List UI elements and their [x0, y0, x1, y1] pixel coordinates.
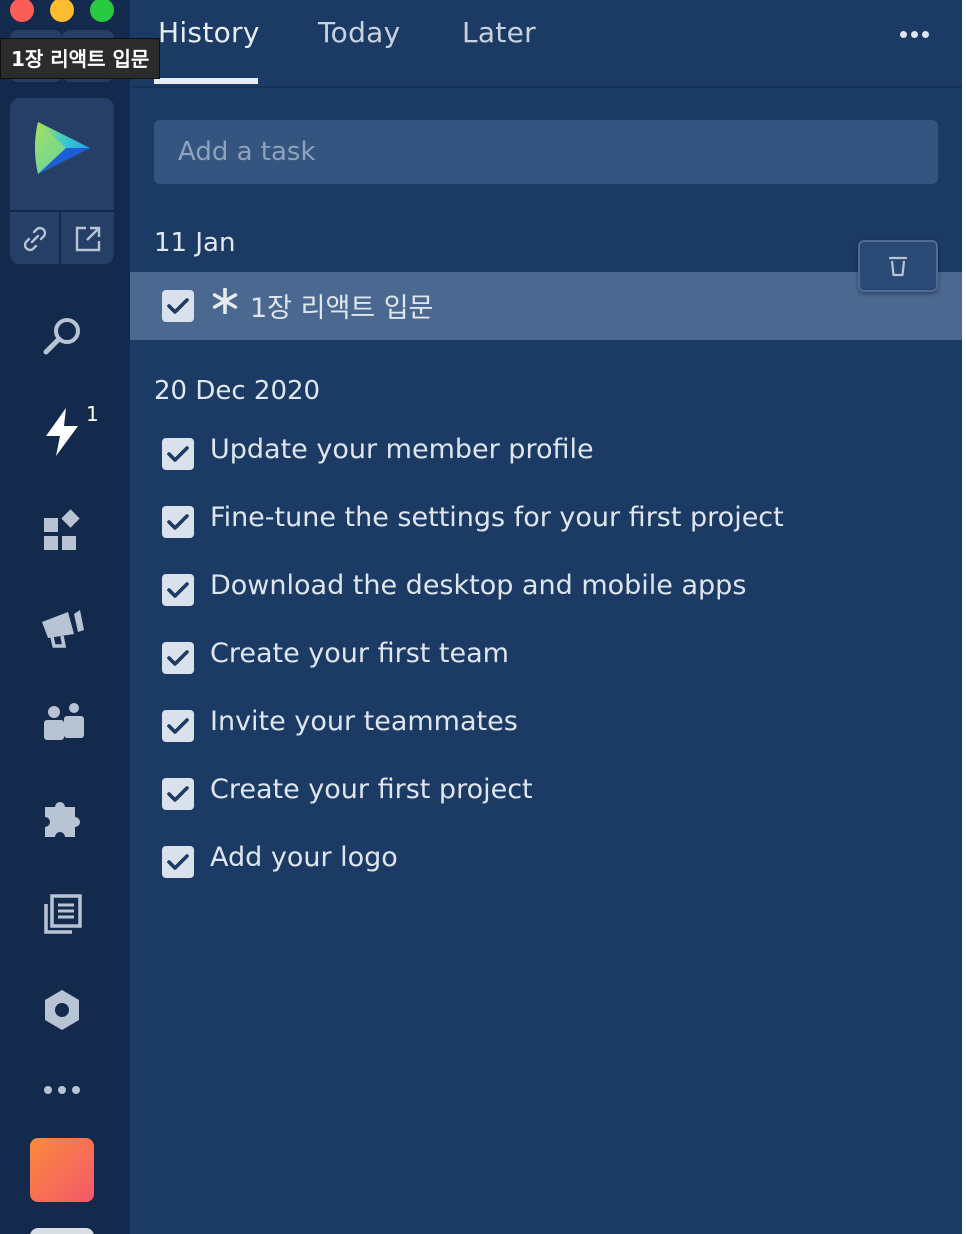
widgets-icon	[44, 509, 80, 550]
date-header: 11 Jan	[154, 228, 236, 258]
integrations-button[interactable]	[34, 790, 90, 846]
task-label: Update your member profile	[210, 434, 594, 465]
megaphone-icon	[42, 610, 84, 648]
minimize-window-button[interactable]	[50, 0, 74, 22]
checkmark-icon	[167, 582, 189, 598]
date-header: 20 Dec 2020	[154, 376, 321, 406]
tab-history[interactable]: History	[158, 16, 260, 49]
external-link-icon	[75, 226, 100, 252]
more-apps-button[interactable]	[34, 1062, 90, 1118]
task-checkbox[interactable]	[162, 574, 194, 606]
task-row[interactable]: Create your first project	[130, 760, 962, 828]
tab-later[interactable]: Later	[462, 16, 536, 49]
task-checkbox[interactable]	[162, 846, 194, 878]
checkmark-icon	[167, 718, 189, 734]
settings-button[interactable]	[34, 982, 90, 1038]
close-window-button[interactable]	[10, 0, 34, 22]
tab-today[interactable]: Today	[318, 16, 400, 49]
task-row[interactable]: Download the desktop and mobile apps	[130, 556, 962, 624]
app-card-actions	[10, 210, 114, 264]
active-tab-indicator	[154, 78, 258, 84]
window-edge	[962, 0, 966, 1234]
task-row[interactable]: Update your member profile	[130, 420, 962, 488]
task-checkbox[interactable]	[162, 710, 194, 742]
trash-icon	[888, 256, 908, 277]
add-task-input[interactable]	[154, 120, 938, 184]
search-button[interactable]	[34, 308, 90, 364]
puzzle-icon	[45, 802, 80, 837]
task-checkbox[interactable]	[162, 438, 194, 470]
open-external-button[interactable]	[62, 212, 113, 264]
checkmark-icon	[167, 514, 189, 530]
task-checkbox[interactable]	[162, 506, 194, 538]
lightning-icon	[46, 408, 78, 456]
link-icon	[23, 226, 46, 252]
delete-button[interactable]	[858, 240, 938, 292]
task-checkbox[interactable]	[162, 778, 194, 810]
task-label: Fine-tune the settings for your first pr…	[210, 502, 784, 533]
team-icon	[44, 703, 84, 740]
task-label: 1장 리액트 입문	[250, 293, 434, 324]
app-logo-icon[interactable]	[32, 116, 92, 180]
checkmark-icon	[167, 786, 189, 802]
dot-icon	[910, 30, 918, 38]
task-label: Download the desktop and mobile apps	[210, 570, 747, 601]
dot-icon	[921, 30, 929, 38]
more-options-button[interactable]	[894, 20, 934, 48]
more-icon	[44, 1086, 80, 1094]
announcements-button[interactable]	[34, 598, 90, 654]
tab-bar: History Today Later	[130, 0, 962, 88]
task-row[interactable]: Add your logo	[130, 828, 962, 896]
task-label: Create your first project	[210, 774, 533, 805]
task-row[interactable]: Invite your teammates	[130, 692, 962, 760]
activity-button[interactable]	[34, 404, 90, 460]
library-icon	[44, 894, 82, 934]
dot-icon	[899, 30, 907, 38]
task-label: Add your logo	[210, 842, 398, 873]
workspace-app-icon[interactable]	[30, 1138, 94, 1202]
checkmark-icon	[167, 854, 189, 870]
zoom-window-button[interactable]	[90, 0, 114, 22]
current-app-card	[10, 98, 114, 264]
workspace-app-icon[interactable]	[30, 1228, 94, 1234]
search-icon	[43, 318, 80, 355]
asterisk-icon	[212, 288, 238, 314]
settings-icon	[45, 990, 79, 1030]
task-row[interactable]: Create your first team	[130, 624, 962, 692]
checkmark-icon	[167, 446, 189, 462]
copy-link-button[interactable]	[10, 212, 61, 264]
task-checkbox[interactable]	[162, 290, 194, 322]
widgets-button[interactable]	[34, 502, 90, 558]
task-label: Create your first team	[210, 638, 509, 669]
task-panel: History Today Later 11 Jan 1장 리액트 입문 20 …	[130, 0, 962, 1234]
sidebar: 1장 리액트 입문 1	[0, 0, 161, 1234]
library-button[interactable]	[34, 886, 90, 942]
task-label: Invite your teammates	[210, 706, 518, 737]
tooltip: 1장 리액트 입문	[0, 38, 161, 79]
teams-button[interactable]	[34, 694, 90, 750]
task-row[interactable]: 1장 리액트 입문	[130, 272, 962, 340]
task-checkbox[interactable]	[162, 642, 194, 674]
activity-badge: 1	[86, 402, 99, 426]
checkmark-icon	[167, 650, 189, 666]
checkmark-icon	[167, 298, 189, 314]
task-row[interactable]: Fine-tune the settings for your first pr…	[130, 488, 962, 556]
